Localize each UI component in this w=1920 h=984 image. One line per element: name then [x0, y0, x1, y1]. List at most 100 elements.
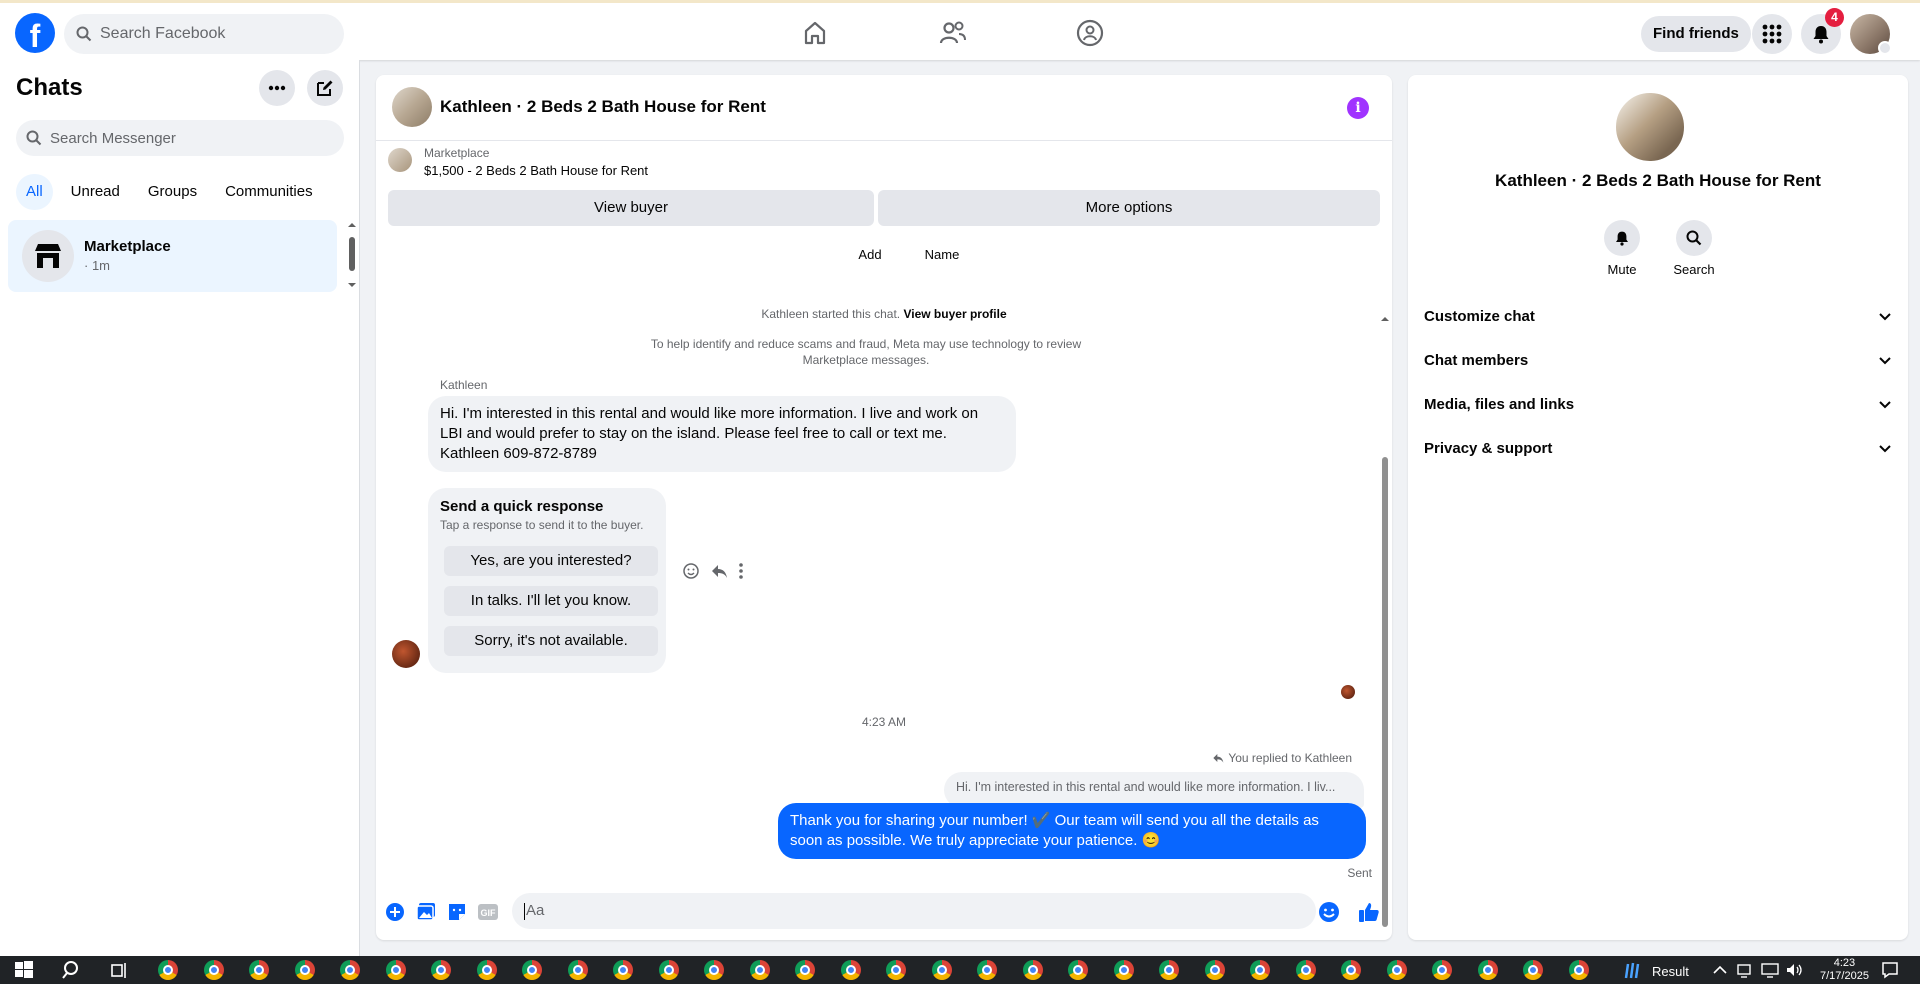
chrome-taskbar-icon[interactable] — [1432, 960, 1452, 980]
like-icon[interactable] — [1358, 901, 1380, 923]
chrome-taskbar-icon[interactable] — [1341, 960, 1361, 980]
chrome-taskbar-icon[interactable] — [249, 960, 269, 980]
weather-widget[interactable]: Result — [1624, 962, 1689, 980]
mute-label: Mute — [1607, 262, 1637, 277]
add-label[interactable]: Add — [840, 247, 900, 262]
outgoing-message[interactable]: Thank you for sharing your number! ✔️ Ou… — [778, 803, 1366, 859]
chrome-taskbar-icon[interactable] — [1386, 960, 1407, 980]
quick-response-not-available-button[interactable]: Sorry, it's not available. — [444, 626, 658, 656]
chat-filters: All Unread Groups Communities — [16, 174, 323, 210]
conversation-details-panel: Kathleen · 2 Beds 2 Bath House for Rent … — [1408, 75, 1908, 940]
chrome-taskbar-icon[interactable] — [476, 960, 497, 980]
filter-unread[interactable]: Unread — [61, 174, 130, 210]
photo-icon[interactable] — [415, 901, 437, 923]
chat-item-marketplace[interactable]: Marketplace · 1m — [8, 220, 337, 292]
windows-start-icon[interactable] — [14, 960, 34, 980]
quick-response-in-talks-button[interactable]: In talks. I'll let you know. — [444, 586, 658, 616]
friends-icon[interactable] — [938, 18, 968, 48]
chrome-taskbar-icon[interactable] — [522, 960, 542, 980]
gif-icon[interactable]: GIF — [477, 901, 499, 923]
chrome-taskbar-icon[interactable] — [567, 960, 588, 980]
account-chevron-icon[interactable] — [1878, 41, 1892, 55]
conversation-avatar[interactable] — [392, 87, 432, 127]
chrome-taskbar-icon[interactable] — [294, 960, 315, 980]
more-icon[interactable] — [259, 70, 295, 106]
conversation-title[interactable]: Kathleen · 2 Beds 2 Bath House for Rent — [440, 97, 766, 117]
mute-button[interactable]: Mute — [1592, 220, 1652, 277]
facebook-logo[interactable]: f — [15, 13, 55, 53]
filter-communities[interactable]: Communities — [215, 174, 323, 210]
volume-icon[interactable] — [1784, 960, 1804, 980]
chat-started-text: Kathleen started this chat. — [761, 307, 901, 321]
display-icon[interactable] — [1760, 960, 1780, 980]
compose-icon[interactable] — [307, 70, 343, 106]
sidebar-scrollbar[interactable] — [345, 220, 359, 290]
chrome-taskbar-icon[interactable] — [340, 960, 360, 980]
chrome-taskbar-icon[interactable] — [1568, 960, 1589, 980]
chrome-taskbar-icon[interactable] — [203, 960, 224, 980]
home-icon[interactable] — [800, 18, 830, 48]
taskbar-clock[interactable]: 4:23 7/17/2025 — [1820, 957, 1869, 983]
menu-grid-icon[interactable] — [1752, 14, 1792, 54]
conversation-scrollbar[interactable] — [1380, 315, 1390, 940]
more-options-button[interactable]: More options — [878, 190, 1380, 226]
view-buyer-profile-link[interactable]: View buyer profile — [903, 307, 1006, 321]
chrome-taskbar-icon[interactable] — [1477, 960, 1498, 980]
media-files-links-section[interactable]: Media, files and links — [1424, 382, 1892, 426]
section-label: Chat members — [1424, 351, 1529, 369]
chrome-taskbar-icon[interactable] — [977, 960, 997, 980]
marketplace-listing-bar[interactable]: Marketplace $1,500 - 2 Beds 2 Bath House… — [376, 142, 1392, 178]
name-label[interactable]: Name — [912, 247, 972, 262]
chrome-taskbar-icon[interactable] — [658, 960, 679, 980]
quick-response-yes-button[interactable]: Yes, are you interested? — [444, 546, 658, 576]
messenger-search-input[interactable]: Search Messenger — [16, 120, 344, 156]
conversation-panel: Kathleen · 2 Beds 2 Bath House for Rent … — [376, 75, 1392, 940]
sender-avatar[interactable] — [392, 640, 420, 668]
message-input[interactable]: Aa — [512, 893, 1316, 929]
chrome-taskbar-icon[interactable] — [840, 960, 861, 980]
chrome-taskbar-icon[interactable] — [1250, 960, 1270, 980]
chrome-taskbar-icon[interactable] — [795, 960, 815, 980]
chrome-taskbar-icon[interactable] — [1113, 960, 1134, 980]
facebook-search-input[interactable]: Search Facebook — [64, 14, 344, 54]
privacy-support-section[interactable]: Privacy & support — [1424, 426, 1892, 470]
filter-all[interactable]: All — [16, 174, 53, 210]
chrome-taskbar-icon[interactable] — [1295, 960, 1316, 980]
message-actions — [682, 562, 744, 580]
plus-icon[interactable] — [384, 901, 406, 923]
incoming-message[interactable]: Hi. I'm interested in this rental and wo… — [428, 396, 1016, 472]
task-view-icon[interactable] — [110, 960, 130, 980]
chat-members-section[interactable]: Chat members — [1424, 338, 1892, 382]
find-friends-button[interactable]: Find friends — [1641, 16, 1751, 52]
chrome-taskbar-icon[interactable] — [749, 960, 770, 980]
chrome-taskbar-icon[interactable] — [1523, 960, 1543, 980]
groups-icon[interactable] — [1075, 18, 1105, 48]
sticker-icon[interactable] — [446, 901, 468, 923]
listing-thumbnail — [388, 148, 412, 172]
chevron-up-icon[interactable] — [1710, 960, 1730, 980]
network-icon[interactable] — [1736, 960, 1756, 980]
reply-icon[interactable] — [710, 562, 728, 580]
chrome-taskbar-icon[interactable] — [431, 960, 451, 980]
search-icon[interactable] — [62, 960, 82, 980]
chrome-taskbar-icon[interactable] — [1068, 960, 1088, 980]
chrome-taskbar-icon[interactable] — [1022, 960, 1043, 980]
details-avatar[interactable] — [1614, 91, 1686, 163]
more-vertical-icon[interactable] — [738, 562, 744, 580]
search-in-conversation-button[interactable]: Search — [1664, 220, 1724, 277]
chrome-taskbar-icon[interactable] — [704, 960, 724, 980]
chrome-taskbar-icon[interactable] — [886, 960, 906, 980]
filter-groups[interactable]: Groups — [138, 174, 207, 210]
chrome-taskbar-icon[interactable] — [1204, 960, 1225, 980]
chrome-taskbar-icon[interactable] — [385, 960, 406, 980]
chrome-taskbar-icon[interactable] — [931, 960, 952, 980]
info-icon[interactable]: i — [1347, 97, 1369, 119]
emoji-icon[interactable] — [682, 562, 700, 580]
chrome-taskbar-icon[interactable] — [158, 960, 178, 980]
view-buyer-button[interactable]: View buyer — [388, 190, 874, 226]
chrome-taskbar-icon[interactable] — [613, 960, 633, 980]
notifications-icon[interactable] — [1880, 960, 1900, 980]
chrome-taskbar-icon[interactable] — [1159, 960, 1179, 980]
customize-chat-section[interactable]: Customize chat — [1424, 294, 1892, 338]
emoji-icon[interactable] — [1318, 901, 1340, 923]
